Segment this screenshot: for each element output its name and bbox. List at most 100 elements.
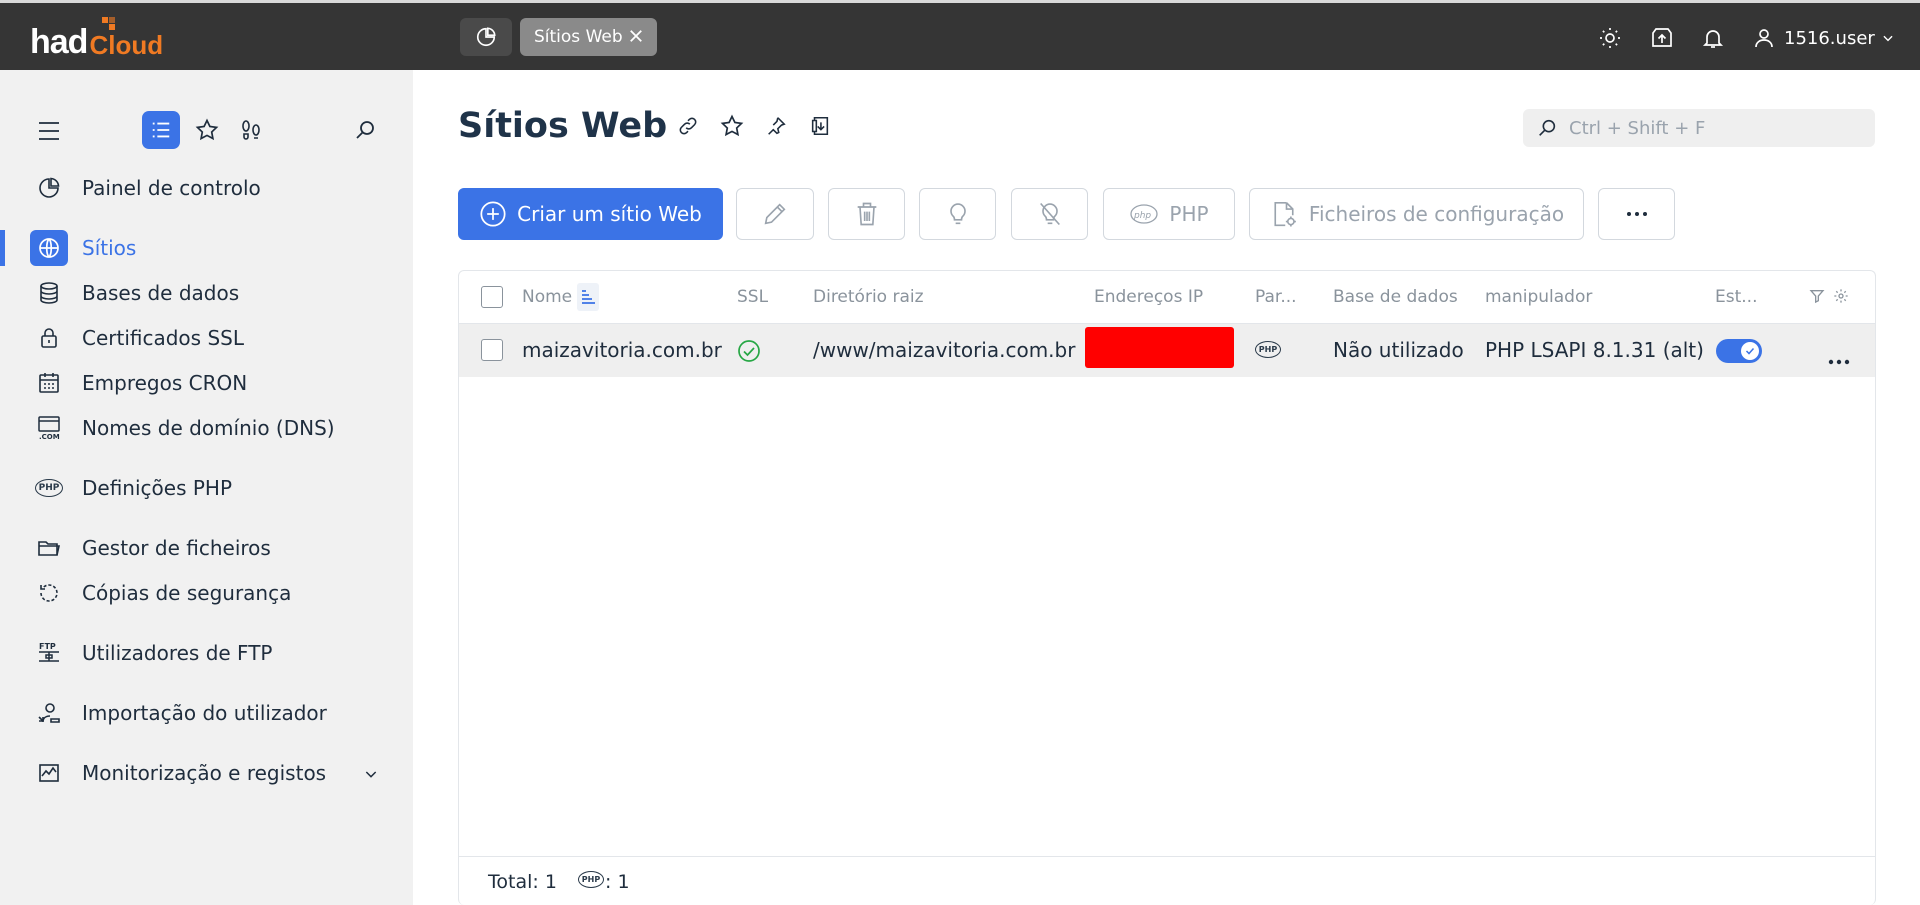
column-header-status[interactable]: Est... — [1715, 287, 1757, 307]
php-button[interactable]: php PHP — [1103, 188, 1235, 240]
php-badge-text: PHP — [35, 479, 63, 497]
backup-icon — [34, 578, 64, 608]
sidebar-item-monitorizacao[interactable]: Monitorização e registos — [0, 753, 413, 793]
star-icon[interactable] — [719, 113, 745, 139]
table-row[interactable]: maizavitoria.com.br /www/maizavitoria.co… — [459, 324, 1875, 377]
tab-sitios-web[interactable]: Sítios Web — [520, 18, 657, 56]
star-icon — [195, 118, 219, 141]
row-checkbox[interactable] — [481, 339, 503, 361]
sidebar-item-ssl[interactable]: Certificados SSL — [0, 318, 413, 358]
column-header-ip[interactable]: Endereços IP — [1094, 287, 1203, 307]
status-toggle[interactable] — [1716, 339, 1762, 363]
ip-address-redacted — [1085, 327, 1234, 368]
dashboard-button[interactable] — [460, 18, 512, 56]
page-title: Sítios Web — [458, 106, 668, 146]
sidebar-item-php[interactable]: PHP Definições PHP — [0, 468, 413, 508]
trash-icon — [857, 202, 876, 226]
favorites-button[interactable] — [192, 115, 222, 145]
sidebar-item-sitios[interactable]: Sítios — [0, 228, 413, 268]
sidebar-search-button[interactable] — [350, 115, 380, 145]
search-icon — [356, 121, 374, 139]
top-bar: had Cloud Sítios Web 1516.user — [0, 0, 1920, 70]
lightbulb-off-icon — [1039, 202, 1060, 226]
sidebar-item-importacao[interactable]: Importação do utilizador — [0, 693, 413, 733]
list-view-button[interactable] — [142, 111, 180, 149]
php-badge-text: PHP — [1255, 341, 1281, 358]
check-icon — [1745, 347, 1755, 355]
site-name[interactable]: maizavitoria.com.br — [522, 338, 722, 362]
logo-cloud-text: Cloud — [89, 30, 164, 60]
column-header-handler[interactable]: manipulador — [1485, 287, 1592, 307]
logo-mark-icon — [102, 17, 116, 31]
sidebar-item-label: Monitorização e registos — [82, 761, 327, 785]
more-actions-button[interactable] — [1598, 188, 1675, 240]
sort-icon[interactable] — [577, 283, 599, 311]
sidebar-item-label: Certificados SSL — [82, 326, 244, 350]
edit-button[interactable] — [736, 188, 814, 240]
user-import-icon — [34, 698, 64, 728]
plus-circle-icon — [480, 201, 506, 227]
dns-icon: .COM — [34, 413, 64, 443]
sidebar-item-cron[interactable]: Empregos CRON — [0, 363, 413, 403]
sidebar-item-label: Nomes de domínio (DNS) — [82, 416, 335, 440]
title-actions — [675, 113, 833, 139]
column-header-params[interactable]: Par... — [1255, 287, 1297, 307]
search-input[interactable] — [1569, 113, 1859, 143]
export-icon[interactable] — [807, 113, 833, 139]
sidebar-item-ftp[interactable]: FTP Utilizadores de FTP — [0, 633, 413, 673]
column-header-root[interactable]: Diretório raiz — [813, 287, 924, 307]
create-website-button[interactable]: Criar um sítio Web — [458, 188, 723, 240]
sidebar-item-dns[interactable]: .COM Nomes de domínio (DNS) — [0, 408, 413, 448]
root-directory[interactable]: /www/maizavitoria.com.br — [813, 338, 1075, 362]
pin-icon[interactable] — [763, 113, 789, 139]
username: 1516.user — [1784, 27, 1875, 49]
delete-button[interactable] — [828, 188, 905, 240]
search-field[interactable] — [1523, 109, 1875, 147]
menu-icon[interactable] — [35, 117, 63, 145]
sidebar-item-label: Empregos CRON — [82, 371, 248, 395]
ssl-check-icon[interactable] — [737, 339, 761, 368]
column-header-ssl[interactable]: SSL — [737, 287, 768, 307]
sidebar-item-backups[interactable]: Cópias de segurança — [0, 573, 413, 613]
list-icon — [152, 122, 170, 138]
close-icon[interactable] — [627, 27, 645, 45]
gear-icon[interactable] — [1833, 288, 1849, 309]
enable-button[interactable] — [919, 188, 996, 240]
sidebar-item-ficheiros[interactable]: Gestor de ficheiros — [0, 528, 413, 568]
disable-button[interactable] — [1011, 188, 1088, 240]
sidebar-item-label: Sítios — [82, 236, 137, 260]
table-header: Nome SSL Diretório raiz Endereços IP Par… — [459, 271, 1875, 324]
sidebar: Painel de controlo Sítios Bases de dados… — [0, 70, 413, 905]
lightbulb-icon — [949, 203, 966, 225]
config-files-label: Ficheiros de configuração — [1308, 202, 1565, 226]
database-status: Não utilizado — [1333, 338, 1464, 362]
sidebar-item-bases-de-dados[interactable]: Bases de dados — [0, 273, 413, 313]
column-header-db[interactable]: Base de dados — [1333, 287, 1458, 307]
row-more-icon[interactable] — [1827, 347, 1851, 371]
bell-icon[interactable] — [1700, 25, 1726, 51]
websites-table: Nome SSL Diretório raiz Endereços IP Par… — [458, 270, 1876, 905]
handler: PHP LSAPI 8.1.31 (alt) — [1485, 338, 1704, 362]
logo[interactable]: had Cloud — [30, 17, 163, 59]
select-all-checkbox[interactable] — [481, 286, 503, 308]
sun-icon[interactable] — [1597, 25, 1623, 51]
user-menu[interactable]: 1516.user — [1752, 23, 1895, 53]
upload-icon[interactable] — [1649, 25, 1675, 51]
sidebar-item-label: Bases de dados — [82, 281, 240, 305]
sidebar-item-painel[interactable]: Painel de controlo — [0, 168, 413, 208]
footprints-icon — [242, 120, 260, 140]
search-icon — [1539, 119, 1556, 136]
calendar-icon — [34, 368, 64, 398]
config-file-icon — [1274, 201, 1296, 227]
php-badge-text: PHP — [578, 871, 604, 888]
lock-icon — [34, 323, 64, 353]
column-header-name[interactable]: Nome — [522, 287, 572, 307]
php-params-icon[interactable]: PHP — [1255, 341, 1281, 358]
database-icon — [34, 278, 64, 308]
chevron-down-icon[interactable] — [363, 766, 379, 782]
create-website-label: Criar um sítio Web — [517, 202, 702, 226]
filter-icon[interactable] — [1809, 288, 1825, 309]
link-icon[interactable] — [675, 113, 701, 139]
config-files-button[interactable]: Ficheiros de configuração — [1249, 188, 1584, 240]
recent-button[interactable] — [236, 115, 266, 145]
